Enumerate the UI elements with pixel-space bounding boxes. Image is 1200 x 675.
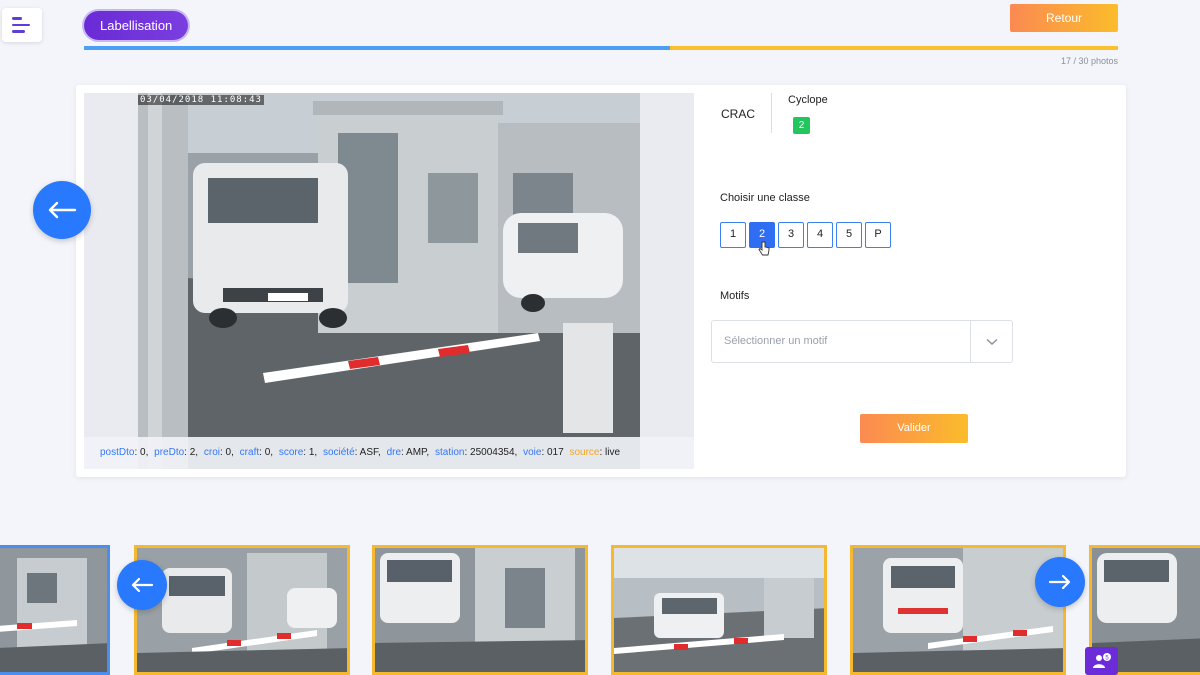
motifs-label: Motifs xyxy=(720,290,750,302)
crac-label: CRAC xyxy=(721,107,756,121)
hand-cursor-icon xyxy=(758,241,770,256)
thumbnail[interactable] xyxy=(611,545,827,675)
class-label: Choisir une classe xyxy=(720,192,810,204)
meta-key: dre xyxy=(386,447,402,458)
divider xyxy=(771,93,772,133)
meta-key: score xyxy=(278,447,304,458)
meta-key: croi xyxy=(203,447,220,458)
motif-select-placeholder: Sélectionner un motif xyxy=(724,335,828,347)
meta-value: 1, xyxy=(308,447,318,458)
meta-key: voie xyxy=(523,447,542,458)
cyclope-label: Cyclope xyxy=(788,94,828,106)
thumbnail[interactable] xyxy=(134,545,350,675)
menu-button[interactable] xyxy=(2,8,42,42)
class-option-5[interactable]: 5 xyxy=(836,222,862,248)
thumbnails-prev-button[interactable] xyxy=(117,560,167,610)
meta-key: source xyxy=(569,447,600,458)
meta-value: 25004354, xyxy=(470,447,518,458)
photo-count: 17 / 30 photos xyxy=(1060,56,1118,66)
thumbnails-next-button[interactable] xyxy=(1035,557,1085,607)
arrow-right-icon xyxy=(1048,574,1071,590)
class-options: 1 2 3 4 5 P xyxy=(720,222,891,248)
class-option-p[interactable]: P xyxy=(865,222,891,248)
photo-viewer: 03/04/2018 11:08:43 postDto: 0, preDto: … xyxy=(84,93,694,469)
meta-key: craft xyxy=(239,447,260,458)
support-fab[interactable]: 5 xyxy=(1085,647,1118,675)
meta-key: société xyxy=(322,447,355,458)
meta-value: 2, xyxy=(189,447,199,458)
progress-fill xyxy=(84,46,671,50)
cyclope-badge: 2 xyxy=(793,117,810,134)
photo-timestamp: 03/04/2018 11:08:43 xyxy=(138,95,264,105)
meta-value: 0, xyxy=(264,447,274,458)
progress-bar xyxy=(84,46,1118,50)
meta-value: 0, xyxy=(225,447,234,458)
meta-value: AMP, xyxy=(406,447,430,458)
meta-key: postDto xyxy=(100,447,135,458)
photo-metadata: postDto: 0, preDto: 2, croi: 0, craft: 0… xyxy=(84,437,694,469)
chevron-down-icon xyxy=(986,338,997,345)
meta-key: preDto xyxy=(154,447,185,458)
meta-value: 0, xyxy=(140,447,149,458)
prev-photo-button[interactable] xyxy=(33,181,91,239)
motif-select-toggle[interactable] xyxy=(970,321,1012,362)
class-option-3[interactable]: 3 xyxy=(778,222,804,248)
meta-value: live xyxy=(605,447,621,458)
back-button[interactable]: Retour xyxy=(1010,4,1118,32)
hamburger-icon xyxy=(12,17,22,20)
meta-key: station xyxy=(434,447,465,458)
motif-select[interactable]: Sélectionner un motif xyxy=(711,320,1013,363)
labelling-card: 03/04/2018 11:08:43 postDto: 0, preDto: … xyxy=(76,85,1126,477)
class-option-1[interactable]: 1 xyxy=(720,222,746,248)
page-title: Labellisation xyxy=(84,11,189,40)
thumbnail[interactable] xyxy=(372,545,588,675)
arrow-left-icon xyxy=(48,201,77,219)
thumbnail[interactable] xyxy=(0,545,110,675)
meta-value: 017 xyxy=(547,447,564,458)
class-option-4[interactable]: 4 xyxy=(807,222,833,248)
users-icon: 5 xyxy=(1092,653,1111,668)
arrow-left-icon xyxy=(131,577,154,593)
thumbnail[interactable] xyxy=(850,545,1066,675)
toll-photo: 03/04/2018 11:08:43 xyxy=(138,93,640,469)
validate-button[interactable]: Valider xyxy=(860,414,968,443)
meta-value: ASF, xyxy=(359,447,381,458)
